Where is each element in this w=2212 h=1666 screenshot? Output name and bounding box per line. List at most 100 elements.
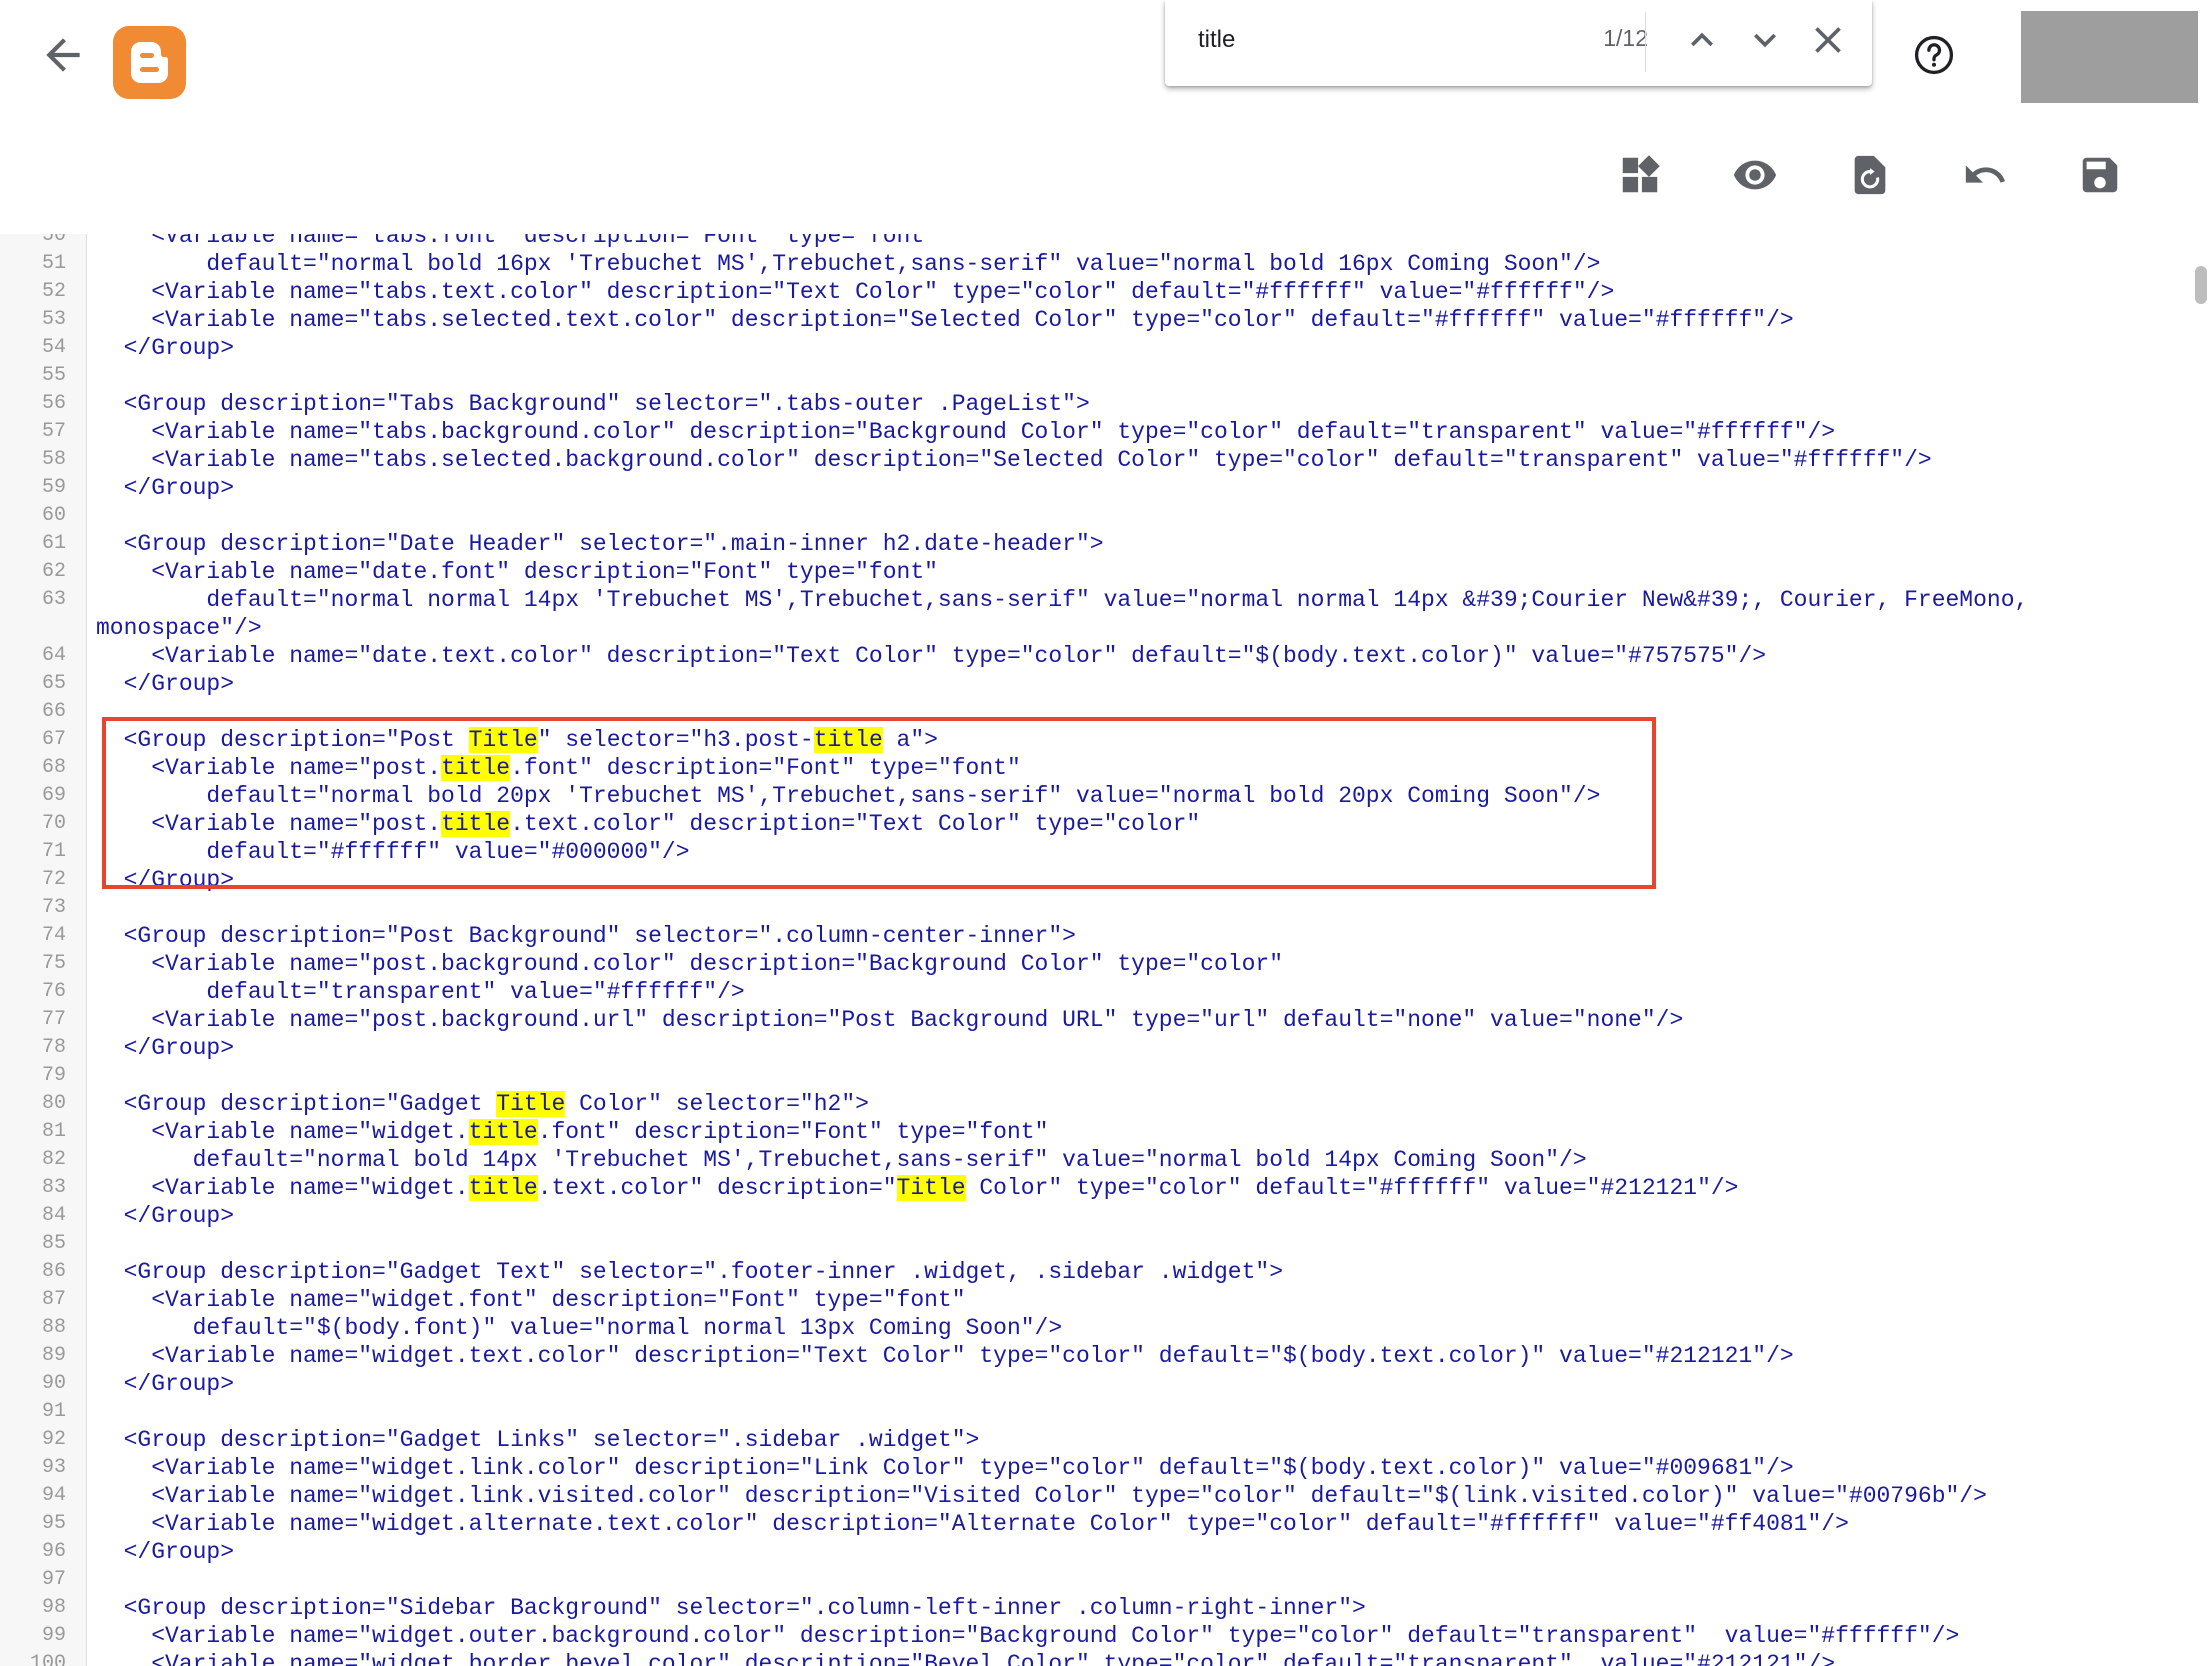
help-button[interactable] bbox=[1912, 33, 1956, 77]
restore-button[interactable] bbox=[1847, 152, 1893, 198]
scrollbar-thumb[interactable] bbox=[2195, 266, 2207, 304]
code-line: 100 <Variable name="widget.border.bevel.… bbox=[0, 1650, 2190, 1666]
find-prev-button[interactable] bbox=[1680, 18, 1724, 62]
chevron-down-icon bbox=[1754, 33, 1776, 48]
code-line: 52 <Variable name="tabs.text.color" desc… bbox=[0, 278, 2190, 306]
code-text: <Variable name="widget.text.color" descr… bbox=[96, 1342, 1794, 1370]
blogger-logo-icon bbox=[131, 42, 168, 83]
code-editor[interactable]: 50 <Variable name="tabs.font" descriptio… bbox=[0, 234, 2212, 1666]
code-segment: <Variable name="date.font" description="… bbox=[96, 559, 938, 585]
code-segment: default="normal bold 16px 'Trebuchet MS'… bbox=[96, 251, 1601, 277]
line-number: 76 bbox=[41, 980, 66, 1003]
line-number: 80 bbox=[41, 1092, 66, 1115]
line-number: 71 bbox=[41, 840, 66, 863]
line-number: 85 bbox=[41, 1232, 66, 1255]
code-segment: </Group> bbox=[96, 1539, 235, 1565]
code-text: default="normal normal 14px 'Trebuchet M… bbox=[96, 586, 2028, 614]
code-segment: <Variable name="tabs.text.color" descrip… bbox=[96, 279, 1615, 305]
code-segment: <Variable name="tabs.selected.background… bbox=[96, 447, 1932, 473]
line-number: 86 bbox=[41, 1260, 66, 1283]
code-line: 93 <Variable name="widget.link.color" de… bbox=[0, 1454, 2190, 1482]
code-line: 63 default="normal normal 14px 'Trebuche… bbox=[0, 586, 2190, 614]
code-segment: <Group description="Sidebar Background" … bbox=[96, 1595, 1366, 1621]
code-segment: monospace"/> bbox=[96, 615, 262, 641]
jump-to-widget-button[interactable] bbox=[1617, 152, 1663, 198]
line-number: 62 bbox=[41, 560, 66, 583]
code-text: <Group description="Tabs Background" sel… bbox=[96, 390, 1090, 418]
code-text: </Group> bbox=[96, 334, 234, 362]
code-segment: <Variable name="widget.link.color" descr… bbox=[96, 1455, 1794, 1481]
line-number: 67 bbox=[41, 728, 66, 751]
find-divider bbox=[1645, 12, 1646, 72]
line-number: 94 bbox=[41, 1484, 66, 1507]
code-segment: <Variable name="widget.link.visited.colo… bbox=[96, 1483, 1987, 1509]
code-segment: <Variable name="widget.text.color" descr… bbox=[96, 1343, 1794, 1369]
code-text: </Group> bbox=[96, 1538, 234, 1566]
save-icon bbox=[2082, 157, 2118, 193]
search-match-highlight: Title bbox=[496, 1091, 566, 1117]
code-text: <Group description="Gadget Text" selecto… bbox=[96, 1258, 1283, 1286]
code-line: 61 <Group description="Date Header" sele… bbox=[0, 530, 2190, 558]
code-line: 58 <Variable name="tabs.selected.backgro… bbox=[0, 446, 2190, 474]
code-segment: <Group description="Post Background" sel… bbox=[96, 923, 1076, 949]
find-next-button[interactable] bbox=[1743, 18, 1787, 62]
code-segment: .text.color" description=" bbox=[537, 1175, 897, 1201]
code-segment: default="normal bold 14px 'Trebuchet MS'… bbox=[96, 1147, 1587, 1173]
code-line: 89 <Variable name="widget.text.color" de… bbox=[0, 1342, 2190, 1370]
code-segment: <Variable name="tabs.selected.text.color… bbox=[96, 307, 1794, 333]
line-number: 95 bbox=[41, 1512, 66, 1535]
code-line: 91 bbox=[0, 1398, 2190, 1426]
code-text: <Variable name="widget.alternate.text.co… bbox=[96, 1510, 1849, 1538]
code-line: 79 bbox=[0, 1062, 2190, 1090]
save-button[interactable] bbox=[2077, 152, 2123, 198]
code-line: 88 default="$(body.font)" value="normal … bbox=[0, 1314, 2190, 1342]
line-number: 60 bbox=[41, 504, 66, 527]
code-segment: <Variable name="tabs.font" description="… bbox=[96, 234, 938, 249]
code-text: <Variable name="date.font" description="… bbox=[96, 558, 938, 586]
line-number: 73 bbox=[41, 896, 66, 919]
line-number: 78 bbox=[41, 1036, 66, 1059]
preview-icon bbox=[1733, 160, 1777, 190]
line-number: 58 bbox=[41, 448, 66, 471]
code-segment: <Variable name="widget. bbox=[96, 1119, 469, 1145]
code-line: 60 bbox=[0, 502, 2190, 530]
line-number: 89 bbox=[41, 1344, 66, 1367]
line-number: 55 bbox=[41, 364, 66, 387]
back-button[interactable] bbox=[38, 30, 88, 80]
code-segment: </Group> bbox=[96, 1371, 235, 1397]
line-number: 61 bbox=[41, 532, 66, 555]
code-text: default="normal bold 16px 'Trebuchet MS'… bbox=[96, 250, 1600, 278]
code-line: 97 bbox=[0, 1566, 2190, 1594]
code-segment: <Variable name="widget.font" description… bbox=[96, 1287, 966, 1313]
code-text: <Group description="Date Header" selecto… bbox=[96, 530, 1104, 558]
undo-button[interactable] bbox=[1962, 152, 2008, 198]
code-line: 86 <Group description="Gadget Text" sele… bbox=[0, 1258, 2190, 1286]
code-line: 56 <Group description="Tabs Background" … bbox=[0, 390, 2190, 418]
code-text: <Variable name="widget.title.font" descr… bbox=[96, 1118, 1048, 1146]
code-segment: <Variable name="post.background.color" d… bbox=[96, 951, 1283, 977]
code-text: <Variable name="tabs.text.color" descrip… bbox=[96, 278, 1614, 306]
code-line: 82 default="normal bold 14px 'Trebuchet … bbox=[0, 1146, 2190, 1174]
code-line: 87 <Variable name="widget.font" descript… bbox=[0, 1286, 2190, 1314]
code-text: </Group> bbox=[96, 1370, 234, 1398]
line-number: 74 bbox=[41, 924, 66, 947]
line-number: 83 bbox=[41, 1176, 66, 1199]
code-line: 64 <Variable name="date.text.color" desc… bbox=[0, 642, 2190, 670]
line-number: 90 bbox=[41, 1372, 66, 1395]
code-line: 85 bbox=[0, 1230, 2190, 1258]
find-input[interactable] bbox=[1198, 18, 1528, 62]
find-close-button[interactable] bbox=[1806, 18, 1850, 62]
code-line: 50 <Variable name="tabs.font" descriptio… bbox=[0, 234, 2190, 250]
code-line: 84 </Group> bbox=[0, 1202, 2190, 1230]
code-segment: <Group description="Gadget Text" selecto… bbox=[96, 1259, 1283, 1285]
preview-button[interactable] bbox=[1732, 152, 1778, 198]
line-number: 97 bbox=[41, 1568, 66, 1591]
line-number: 56 bbox=[41, 392, 66, 415]
search-match-highlight: Title bbox=[896, 1175, 966, 1201]
account-avatar[interactable] bbox=[2021, 11, 2198, 103]
line-number: 69 bbox=[41, 784, 66, 807]
line-number: 98 bbox=[41, 1596, 66, 1619]
line-number: 50 bbox=[41, 234, 66, 247]
code-text: <Variable name="post.background.url" des… bbox=[96, 1006, 1683, 1034]
undo-icon bbox=[1965, 165, 2006, 183]
